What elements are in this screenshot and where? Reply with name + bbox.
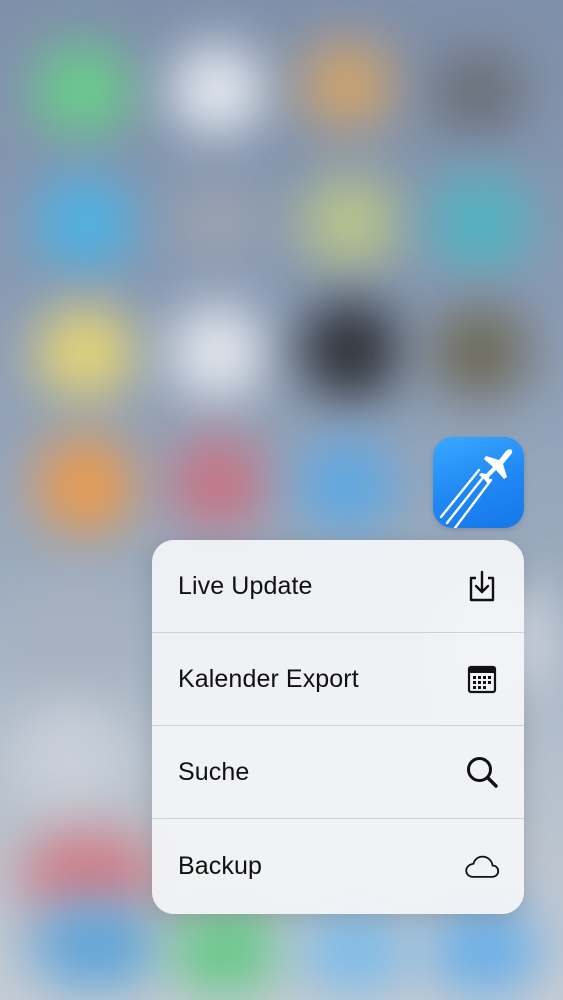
- blurred-app-icon: [20, 580, 130, 690]
- quick-action-label: Backup: [178, 852, 262, 880]
- blurred-dock: [300, 905, 410, 995]
- blurred-app-icon: [300, 440, 395, 530]
- blurred-app-icon: [35, 305, 135, 400]
- blurred-app-icon: [430, 50, 525, 135]
- quick-action-suche[interactable]: Suche: [152, 726, 524, 819]
- app-icon[interactable]: [433, 437, 524, 528]
- search-icon: [464, 754, 500, 790]
- download-tray-icon: [464, 568, 500, 604]
- blurred-app-icon: [300, 40, 395, 130]
- blurred-dock: [30, 900, 160, 990]
- blurred-app-icon: [35, 435, 135, 535]
- blurred-dock: [170, 905, 280, 995]
- blurred-dock: [430, 905, 540, 995]
- blurred-app-icon: [35, 45, 130, 135]
- quick-action-label: Live Update: [178, 571, 313, 600]
- calendar-icon: [464, 661, 500, 697]
- blurred-app-icon: [170, 305, 265, 400]
- blurred-app-icon: [10, 700, 130, 820]
- blurred-app-icon: [170, 435, 265, 530]
- quick-action-backup[interactable]: Backup: [152, 819, 524, 914]
- cloud-icon: [464, 849, 500, 885]
- quick-actions-menu: Live Update Kalender Export Suche Backup: [152, 540, 524, 914]
- quick-action-live-update[interactable]: Live Update: [152, 540, 524, 633]
- blurred-app-icon: [430, 305, 530, 400]
- quick-action-label: Suche: [178, 757, 250, 786]
- blurred-app-icon: [170, 180, 265, 265]
- blurred-app-icon: [35, 175, 135, 270]
- blurred-app-icon: [300, 175, 400, 270]
- blurred-app-icon: [300, 300, 400, 400]
- airplane-trails-icon: [439, 449, 513, 528]
- quick-action-label: Kalender Export: [178, 664, 359, 693]
- quick-action-kalender-export[interactable]: Kalender Export: [152, 633, 524, 726]
- blurred-app-icon: [170, 45, 265, 135]
- blurred-app-icon: [430, 175, 530, 270]
